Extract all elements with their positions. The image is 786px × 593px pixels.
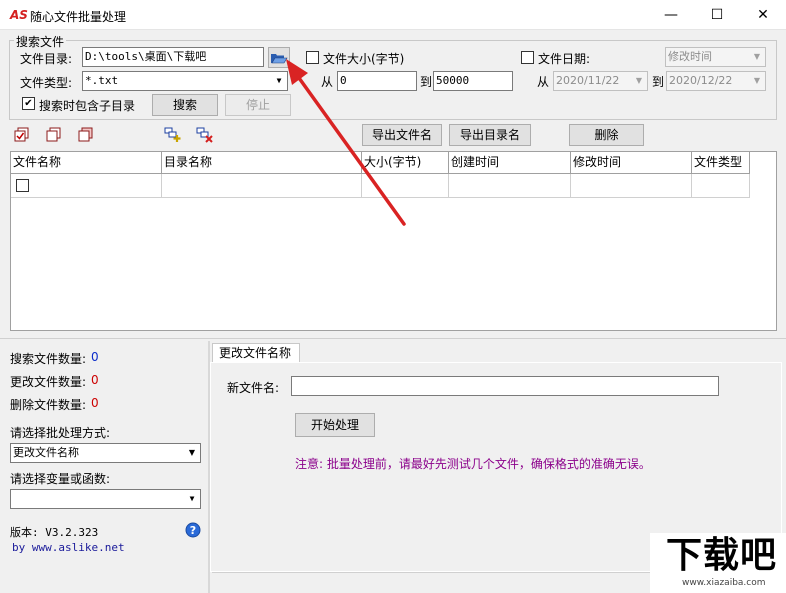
add-files-icon[interactable] — [164, 127, 182, 143]
row-checkbox[interactable] — [16, 179, 29, 192]
column-header-created[interactable]: 创建时间 — [449, 152, 571, 174]
remove-files-icon[interactable] — [196, 127, 214, 143]
watermark: 下载吧 www.xiazaiba.com — [650, 533, 786, 593]
select-none-icon[interactable] — [46, 127, 62, 143]
mode-label: 请选择批处理方式: — [10, 426, 111, 440]
minimize-button[interactable]: — — [648, 0, 694, 30]
divider — [0, 338, 786, 339]
renamed-count-value: 0 — [91, 373, 99, 387]
new-name-label: 新文件名: — [227, 381, 280, 395]
chevron-down-icon: ▼ — [189, 494, 195, 503]
date-to-label: 到 — [652, 75, 665, 89]
searched-count-value: 0 — [91, 350, 99, 364]
annotation-arrow-icon — [286, 59, 406, 226]
date-mode-select[interactable]: 修改时间 ▼ — [665, 47, 766, 67]
maximize-button[interactable]: ☐ — [694, 0, 740, 30]
select-all-icon[interactable] — [14, 127, 30, 143]
size-to-label: 到 — [420, 75, 433, 89]
website-link[interactable]: by www.aslike.net — [12, 541, 125, 554]
dir-label: 文件目录: — [20, 52, 73, 66]
app-logo: AS — [10, 8, 28, 22]
date-to-picker[interactable]: 2020/12/22 ▼ — [666, 71, 766, 91]
file-type-select[interactable]: *.txt ▼ — [82, 71, 288, 91]
variable-select[interactable]: ▼ — [10, 489, 201, 509]
date-from-label: 从 — [537, 75, 550, 89]
column-header-modified[interactable]: 修改时间 — [571, 152, 692, 174]
file-date-label: 文件日期: — [538, 52, 591, 66]
table-cell — [571, 174, 692, 198]
stats-panel: 搜索文件数量: 0 更改文件数量: 0 删除文件数量: 0 请选择批处理方式: … — [0, 341, 208, 593]
variable-label: 请选择变量或函数: — [10, 472, 111, 486]
chevron-down-icon: ▼ — [188, 448, 196, 457]
dir-input[interactable]: D:\tools\桌面\下载吧 — [82, 47, 264, 67]
search-button[interactable]: 搜索 — [152, 94, 218, 116]
tab-rename[interactable]: 更改文件名称 — [212, 343, 300, 363]
new-name-input[interactable] — [291, 376, 719, 396]
searched-count-label: 搜索文件数量: — [10, 352, 87, 366]
renamed-count-label: 更改文件数量: — [10, 375, 87, 389]
chevron-down-icon: ▼ — [635, 76, 643, 85]
start-processing-button[interactable]: 开始处理 — [295, 413, 375, 437]
table-cell — [692, 174, 750, 198]
deleted-count-value: 0 — [91, 396, 99, 410]
watermark-logo: 下载吧 — [666, 535, 778, 576]
column-header-filetype[interactable]: 文件类型 — [692, 152, 750, 174]
type-label: 文件类型: — [20, 76, 73, 90]
help-icon[interactable]: ? — [185, 522, 201, 538]
warning-note: 注意: 批量处理前，请最好先测试几个文件，确保格式的准确无误。 — [295, 457, 651, 471]
date-from-picker[interactable]: 2020/11/22 ▼ — [553, 71, 648, 91]
chevron-down-icon: ▼ — [753, 76, 761, 85]
window-title: 随心文件批量处理 — [30, 10, 127, 24]
export-dirnames-button[interactable]: 导出目录名 — [449, 124, 531, 146]
size-to-input[interactable]: 50000 — [433, 71, 513, 91]
include-subdir-checkbox[interactable]: ✔ — [22, 97, 35, 110]
mode-select[interactable]: 更改文件名称 ▼ — [10, 443, 201, 463]
svg-text:?: ? — [190, 524, 196, 537]
delete-button[interactable]: 删除 — [569, 124, 644, 146]
invert-selection-icon[interactable] — [78, 127, 94, 143]
search-group-legend: 搜索文件 — [14, 33, 67, 50]
chevron-down-icon: ▼ — [753, 52, 761, 61]
deleted-count-label: 删除文件数量: — [10, 398, 87, 412]
table-cell — [449, 174, 571, 198]
close-button[interactable]: ✕ — [740, 0, 786, 30]
title-bar: AS 随心文件批量处理 — ☐ ✕ — [0, 0, 786, 30]
version-label: 版本: V3.2.323 — [10, 526, 99, 539]
column-header-filename[interactable]: 文件名称 — [11, 152, 162, 174]
file-date-checkbox[interactable] — [521, 51, 534, 64]
watermark-site: www.xiazaiba.com — [682, 578, 766, 588]
table-row[interactable] — [11, 174, 162, 198]
include-subdir-label: 搜索时包含子目录 — [39, 99, 136, 113]
